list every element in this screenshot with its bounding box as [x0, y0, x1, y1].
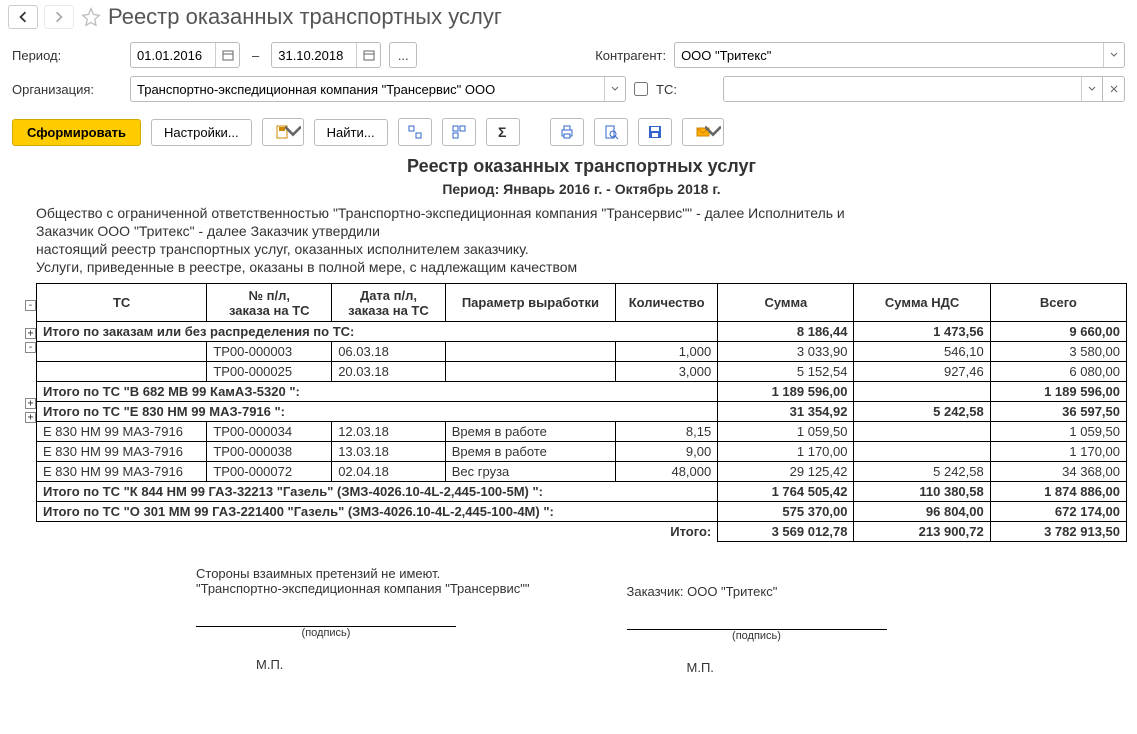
th-qty: Количество [616, 284, 718, 322]
send-button[interactable] [682, 118, 724, 146]
table-row: Итого по ТС "В 682 МВ 99 КамАЗ-5320 ":1 … [37, 382, 1127, 402]
table-row: Итого по ТС "Е 830 НМ 99 МАЗ-7916 ":31 3… [37, 402, 1127, 422]
org-input[interactable] [131, 82, 604, 97]
report-table: ТС № п/л, заказа на ТС Дата п/л, заказа … [36, 283, 1127, 542]
dash: – [252, 48, 259, 63]
table-row: Итого по ТС "К 844 НМ 99 ГАЗ-32213 "Газе… [37, 482, 1127, 502]
th-no: № п/л, заказа на ТС [207, 284, 332, 322]
tree-toggle[interactable]: + [25, 412, 36, 423]
th-total: Всего [990, 284, 1126, 322]
forward-button[interactable] [44, 5, 74, 29]
save-button[interactable] [638, 118, 672, 146]
footer-line1: Стороны взаимных претензий не имеют. [196, 566, 537, 581]
calendar-icon[interactable] [215, 43, 239, 67]
tree-toggle[interactable]: - [25, 300, 36, 311]
table-row: ТР00-00000306.03.181,0003 033,90546,103 … [37, 342, 1127, 362]
signature-line: (подпись) [627, 629, 887, 642]
tree-toggle[interactable]: + [25, 398, 36, 409]
th-ts: ТС [37, 284, 207, 322]
date-from[interactable] [130, 42, 240, 68]
report-title: Реестр оказанных транспортных услуг [36, 156, 1127, 177]
report-para: Общество с ограниченной ответственностью… [36, 205, 1127, 221]
table-row: ТР00-00002520.03.183,0005 152,54927,466 … [37, 362, 1127, 382]
table-row: Е 830 НМ 99 МАЗ-7916ТР00-00003813.03.18В… [37, 442, 1127, 462]
preview-button[interactable] [594, 118, 628, 146]
org-label: Организация: [12, 82, 122, 97]
sum-button[interactable]: Σ [486, 118, 520, 146]
find-button[interactable]: Найти... [314, 119, 388, 146]
th-vat: Сумма НДС [854, 284, 990, 322]
date-to-input[interactable] [272, 48, 356, 63]
save-settings-button[interactable] [262, 118, 304, 146]
table-row: Итого по ТС "О 301 ММ 99 ГАЗ-221400 "Газ… [37, 502, 1127, 522]
favorite-icon[interactable] [80, 6, 102, 28]
page-title: Реестр оказанных транспортных услуг [108, 4, 502, 30]
kontragent-input[interactable] [675, 48, 1103, 63]
date-to[interactable] [271, 42, 381, 68]
calendar-icon[interactable] [356, 43, 380, 67]
kontragent-label: Контрагент: [595, 48, 666, 63]
back-button[interactable] [8, 5, 38, 29]
period-select-button[interactable]: ... [389, 42, 417, 68]
signature-line: (подпись) [196, 626, 456, 639]
mp-label: М.П. [687, 660, 1128, 675]
report-para: Услуги, приведенные в реестре, оказаны в… [36, 259, 1127, 275]
table-row: Е 830 НМ 99 МАЗ-7916ТР00-00003412.03.18В… [37, 422, 1127, 442]
chevron-down-icon[interactable] [1103, 43, 1124, 67]
svg-text:Σ: Σ [498, 124, 506, 140]
report-subtitle: Период: Январь 2016 г. - Октябрь 2018 г. [36, 181, 1127, 197]
mp-label: М.П. [256, 657, 537, 672]
report-para: Заказчик ООО "Тритекс" - далее Заказчик … [36, 223, 1127, 239]
period-label: Период: [12, 48, 122, 63]
tree-toggle[interactable]: + [25, 328, 36, 339]
org-select[interactable] [130, 76, 626, 102]
footer-customer: Заказчик: ООО "Тритекс" [627, 584, 1128, 599]
generate-button[interactable]: Сформировать [12, 119, 141, 146]
table-row: Итого по заказам или без распределения п… [37, 322, 1127, 342]
th-date: Дата п/л, заказа на ТС [332, 284, 446, 322]
kontragent-select[interactable] [674, 42, 1125, 68]
th-sum: Сумма [718, 284, 854, 322]
print-button[interactable] [550, 118, 584, 146]
date-from-input[interactable] [131, 48, 215, 63]
settings-button[interactable]: Настройки... [151, 119, 252, 146]
chevron-down-icon[interactable] [1081, 77, 1102, 101]
table-row: Е 830 НМ 99 МАЗ-7916ТР00-00007202.04.18В… [37, 462, 1127, 482]
collapse-groups-button[interactable] [442, 118, 476, 146]
grand-total-row: Итого:3 569 012,78213 900,723 782 913,50 [37, 522, 1127, 542]
report-para: настоящий реестр транспортных услуг, ока… [36, 241, 1127, 257]
expand-groups-button[interactable] [398, 118, 432, 146]
ts-select[interactable] [723, 76, 1103, 102]
th-param: Параметр выработки [445, 284, 615, 322]
ts-checkbox[interactable] [634, 82, 648, 96]
tree-toggle[interactable]: - [25, 342, 36, 353]
ts-label: ТС: [656, 82, 677, 97]
chevron-down-icon[interactable] [604, 77, 625, 101]
footer-line2: "Транспортно-экспедиционная компания "Тр… [196, 581, 537, 596]
ts-input[interactable] [724, 82, 1081, 97]
ts-clear-button[interactable] [1103, 76, 1125, 102]
